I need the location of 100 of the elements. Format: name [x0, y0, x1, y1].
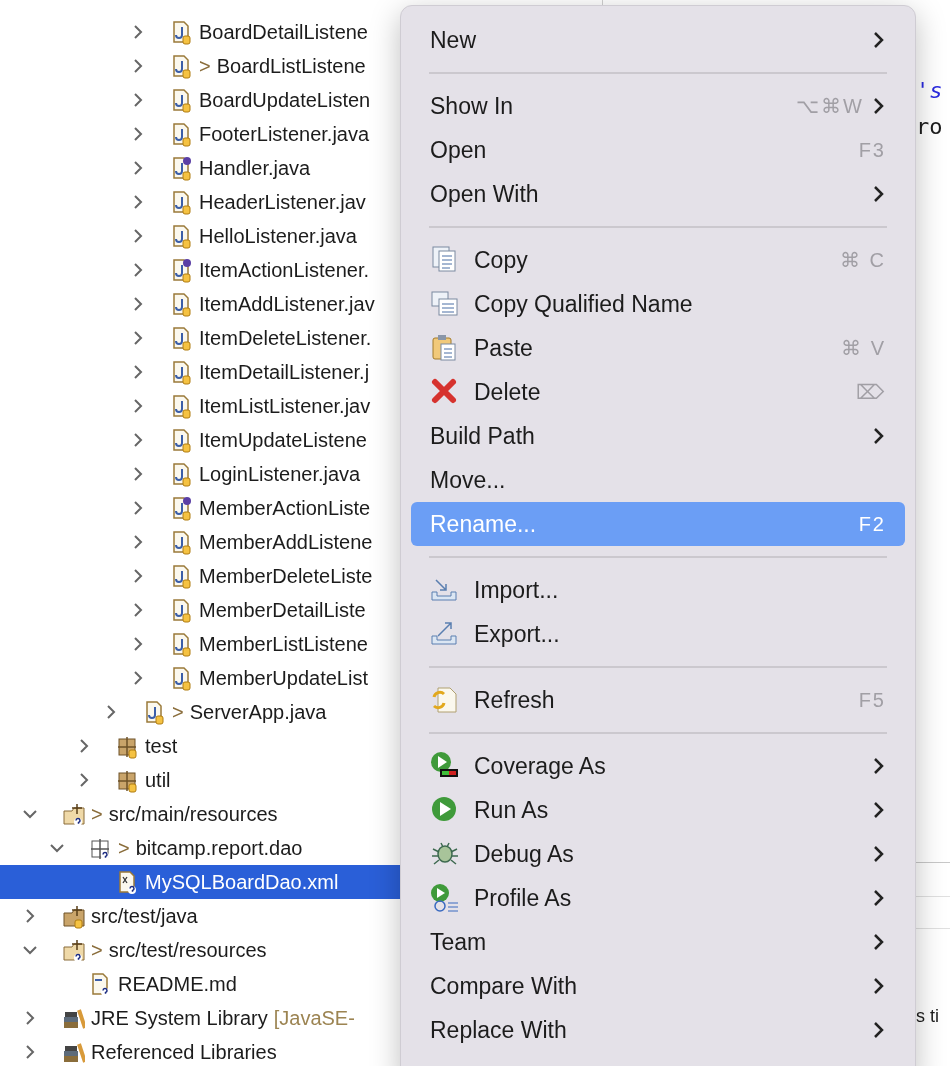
menu-item[interactable]: Show In ⌥⌘W	[411, 84, 905, 128]
change-marker: >	[118, 836, 130, 861]
item-label: Handler.java	[199, 156, 311, 181]
tree-item[interactable]: > src/test/resources	[0, 933, 400, 967]
change-marker: >	[91, 938, 103, 963]
tree-item[interactable]: MemberUpdateList	[0, 661, 400, 695]
tree-item[interactable]: BoardUpdateListen	[0, 83, 400, 117]
item-label: BoardDetailListene	[199, 20, 368, 45]
menu-item[interactable]: Compare With	[411, 964, 905, 1008]
item-label: LoginListener.java	[199, 462, 361, 487]
tree-item[interactable]: MemberListListene	[0, 627, 400, 661]
run-profile-icon	[430, 883, 460, 913]
tree-item[interactable]: MemberDeleteListe	[0, 559, 400, 593]
item-label: README.md	[118, 972, 237, 997]
java-file-icon	[171, 19, 193, 45]
change-marker: >	[91, 802, 103, 827]
menu-item[interactable]: Delete ⌦	[411, 370, 905, 414]
tree-item[interactable]: MySQLBoardDao.xml	[0, 865, 400, 899]
code-text: ro	[916, 116, 944, 138]
item-label: MemberListListene	[199, 632, 368, 657]
java-file-icon	[171, 359, 193, 385]
item-label: MemberUpdateList	[199, 666, 368, 691]
tree-item[interactable]: ItemUpdateListene	[0, 423, 400, 457]
menu-item[interactable]: Open With	[411, 172, 905, 216]
tree-item[interactable]: JRE System Library [JavaSE-	[0, 1001, 400, 1035]
java-file-icon	[171, 529, 193, 555]
java-file-icon	[171, 53, 193, 79]
item-label: ItemDeleteListener.	[199, 326, 372, 351]
java-interface-icon	[171, 155, 193, 181]
menu-item[interactable]: Refresh F5	[411, 678, 905, 722]
item-label: HelloListener.java	[199, 224, 357, 249]
source-folder-icon	[63, 937, 85, 963]
menu-item[interactable]: Move...	[411, 458, 905, 502]
refresh-icon	[430, 685, 460, 715]
menu-item[interactable]: Import...	[411, 568, 905, 612]
item-label: MemberDeleteListe	[199, 564, 373, 589]
shortcut-text: ⌦	[856, 380, 886, 405]
item-label: ItemDetailListener.j	[199, 360, 370, 385]
tree-item[interactable]: HeaderListener.jav	[0, 185, 400, 219]
item-label: ItemActionListener.	[199, 258, 370, 283]
java-file-icon	[171, 121, 193, 147]
item-label: MySQLBoardDao.xml	[145, 870, 339, 895]
item-label: test	[145, 734, 178, 759]
tree-item[interactable]: HelloListener.java	[0, 219, 400, 253]
tree-item[interactable]: > ServerApp.java	[0, 695, 400, 729]
item-label: util	[145, 768, 171, 793]
java-interface-icon	[171, 257, 193, 283]
xml-file-icon	[117, 869, 139, 895]
item-label: ItemListListener.jav	[199, 394, 371, 419]
shortcut-text: F5	[858, 688, 886, 713]
menu-item[interactable]: Build Path	[411, 414, 905, 458]
tree-item[interactable]: ItemAddListener.jav	[0, 287, 400, 321]
menu-item[interactable]: Coverage As	[411, 744, 905, 788]
tree-item[interactable]: Referenced Libraries	[0, 1035, 400, 1066]
tree-item[interactable]: > bitcamp.report.dao	[0, 831, 400, 865]
menu-item[interactable]: New	[411, 18, 905, 62]
tree-item[interactable]: Handler.java	[0, 151, 400, 185]
java-file-icon	[171, 597, 193, 623]
tree-item[interactable]: README.md	[0, 967, 400, 1001]
menu-item[interactable]: Paste ⌘ V	[411, 326, 905, 370]
tree-item[interactable]: > src/main/resources	[0, 797, 400, 831]
change-marker: >	[172, 700, 184, 725]
java-file-icon	[171, 461, 193, 487]
tree-item[interactable]: MemberDetailListe	[0, 593, 400, 627]
tree-item[interactable]: LoginListener.java	[0, 457, 400, 491]
menu-item[interactable]: Open F3	[411, 128, 905, 172]
item-label: Referenced Libraries	[91, 1040, 277, 1065]
shortcut-text: ⌘ V	[841, 336, 886, 361]
tree-item[interactable]: FooterListener.java	[0, 117, 400, 151]
tree-item[interactable]: ItemActionListener.	[0, 253, 400, 287]
menu-item[interactable]: Run As	[411, 788, 905, 832]
tree-item[interactable]: ItemDetailListener.j	[0, 355, 400, 389]
menu-item[interactable]: Team	[411, 920, 905, 964]
shortcut-text: F3	[858, 138, 886, 163]
menu-item[interactable]: Debug As	[411, 832, 905, 876]
tree-item[interactable]: src/test/java	[0, 899, 400, 933]
item-label: src/test/resources	[108, 938, 267, 963]
menu-item[interactable]: Export...	[411, 612, 905, 656]
menu-item[interactable]: Replace With	[411, 1008, 905, 1052]
shortcut-text: ⌘ C	[840, 248, 886, 273]
item-label: BoardUpdateListen	[199, 88, 371, 113]
menu-item[interactable]: Copy Qualified Name	[411, 282, 905, 326]
tree-item[interactable]: MemberActionListe	[0, 491, 400, 525]
shortcut-text: F2	[858, 512, 886, 537]
item-label: FooterListener.java	[199, 122, 370, 147]
tree-item[interactable]: ItemDeleteListener.	[0, 321, 400, 355]
tree-item[interactable]: BoardDetailListene	[0, 15, 400, 49]
tree-item[interactable]: > BoardListListene	[0, 49, 400, 83]
tree-item[interactable]: ItemListListener.jav	[0, 389, 400, 423]
java-file-icon	[171, 223, 193, 249]
menu-item[interactable]: Copy ⌘ C	[411, 238, 905, 282]
menu-item[interactable]: Profile As	[411, 876, 905, 920]
console-text: s ti	[916, 1005, 940, 1028]
java-file-icon	[171, 631, 193, 657]
tree-item[interactable]: MemberAddListene	[0, 525, 400, 559]
library-version: [JavaSE-	[273, 1006, 355, 1031]
item-label: ItemAddListener.jav	[199, 292, 375, 317]
tree-item[interactable]: util	[0, 763, 400, 797]
source-folder-icon	[63, 903, 85, 929]
tree-item[interactable]: test	[0, 729, 400, 763]
